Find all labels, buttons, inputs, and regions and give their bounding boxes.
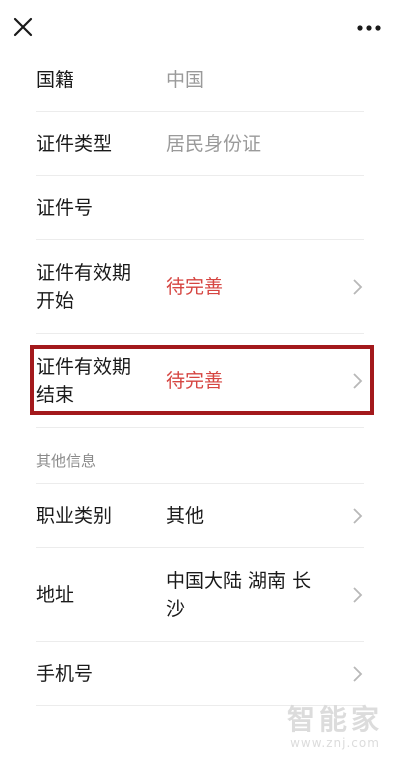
address-value-line1: 中国大陆 湖南 长 — [166, 569, 312, 592]
close-button[interactable] — [10, 14, 36, 40]
occupation-value: 其他 — [166, 504, 205, 527]
watermark-title: 智能家 — [286, 703, 383, 736]
more-button[interactable] — [356, 16, 382, 40]
close-icon — [13, 17, 33, 37]
chevron-right-icon — [353, 586, 363, 603]
chevron-right-icon — [353, 507, 363, 524]
occupation-label: 职业类别 — [36, 504, 113, 527]
valid-end-value: 待完善 — [166, 369, 224, 392]
valid-start-label-line1: 证件有效期 — [36, 261, 132, 284]
valid-start-label-line2: 开始 — [36, 289, 75, 312]
watermark: 智能家 www.znj.com — [280, 698, 390, 750]
occupation-row[interactable]: 职业类别 其他 — [36, 484, 364, 548]
section-title: 其他信息 — [36, 428, 364, 484]
watermark-url: www.znj.com — [290, 736, 380, 750]
valid-end-label-line1: 证件有效期 — [36, 355, 132, 378]
id-type-row: 证件类型 居民身份证 — [36, 112, 364, 176]
valid-start-row[interactable]: 证件有效期 开始 待完善 — [36, 240, 364, 334]
id-type-value: 居民身份证 — [166, 132, 262, 155]
address-value: 中国大陆 湖南 长 沙 — [166, 567, 364, 623]
id-number-row: 证件号 — [36, 176, 364, 240]
valid-end-row[interactable]: 证件有效期 结束 待完善 — [36, 334, 364, 428]
chevron-right-icon — [353, 372, 363, 389]
phone-label: 手机号 — [36, 662, 94, 685]
valid-start-label: 证件有效期 开始 — [36, 259, 166, 315]
chevron-right-icon — [353, 665, 363, 682]
address-label: 地址 — [36, 583, 75, 606]
chevron-right-icon — [353, 278, 363, 295]
id-number-label: 证件号 — [36, 196, 94, 219]
more-icon — [357, 25, 381, 31]
phone-row[interactable]: 手机号 — [36, 642, 364, 706]
valid-start-value: 待完善 — [166, 275, 224, 298]
nationality-label: 国籍 — [36, 68, 75, 91]
valid-end-label-line2: 结束 — [36, 383, 75, 406]
address-value-line2: 沙 — [166, 597, 186, 620]
address-row[interactable]: 地址 中国大陆 湖南 长 沙 — [36, 548, 364, 642]
info-list: 国籍 中国 证件类型 居民身份证 证件号 证件有效期 开始 待完善 证件有效期 … — [36, 48, 364, 706]
nationality-value: 中国 — [166, 68, 205, 91]
nationality-row: 国籍 中国 — [36, 48, 364, 112]
valid-end-label: 证件有效期 结束 — [36, 353, 166, 409]
id-type-label: 证件类型 — [36, 132, 113, 155]
